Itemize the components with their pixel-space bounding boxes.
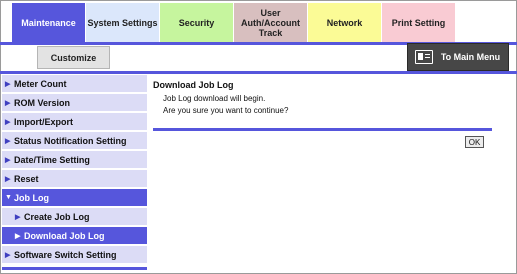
sidebar: ▶ Meter Count ▶ ROM Version ▶ Import/Export…	[2, 75, 147, 270]
to-main-menu-button[interactable]: To Main Menu	[407, 43, 509, 71]
sidebar-item-download-job-log[interactable]: ▶ Download Job Log	[2, 227, 147, 246]
arrow-right-icon: ▶	[5, 118, 11, 126]
tab-maintenance[interactable]: Maintenance	[12, 3, 85, 42]
arrow-right-icon: ▶	[5, 80, 11, 88]
sidebar-item-meter-count[interactable]: ▶ Meter Count	[2, 75, 147, 94]
page-title: Download Job Log	[153, 80, 234, 90]
sidebar-item-software-switch-setting[interactable]: ▶ Software Switch Setting	[2, 246, 147, 265]
tab-network[interactable]: Network	[308, 3, 381, 42]
message-line: Job Log download will begin.	[163, 94, 266, 103]
sidebar-item-import-export[interactable]: ▶ Import/Export	[2, 113, 147, 132]
arrow-right-icon: ▶	[15, 213, 21, 221]
sidebar-item-label: Software Switch Setting	[14, 249, 117, 260]
sidebar-item-reset[interactable]: ▶ Reset	[2, 170, 147, 189]
confirmation-message: Job Log download will begin. Are you sur…	[163, 93, 492, 117]
content-divider	[153, 128, 492, 131]
tab-security[interactable]: Security	[160, 3, 233, 42]
sidebar-item-status-notification-setting[interactable]: ▶ Status Notification Setting	[2, 132, 147, 151]
arrow-down-icon: ▼	[5, 194, 12, 201]
sidebar-item-label: Reset	[14, 173, 39, 184]
sidebar-divider	[2, 267, 147, 270]
tab-label: System Settings	[87, 17, 158, 28]
sidebar-item-job-log[interactable]: ▼ Job Log	[2, 189, 147, 208]
tab-label: Print Setting	[391, 17, 446, 28]
message-line: Are you sure you want to continue?	[163, 106, 289, 115]
arrow-right-icon: ▶	[5, 156, 11, 164]
main-menu-icon	[415, 50, 433, 64]
ok-button[interactable]: OK	[465, 136, 484, 148]
tab-print-setting[interactable]: Print Setting	[382, 3, 455, 42]
sidebar-item-date-time-setting[interactable]: ▶ Date/Time Setting	[2, 151, 147, 170]
sidebar-item-label: Status Notification Setting	[14, 135, 127, 146]
arrow-right-icon: ▶	[5, 137, 11, 145]
header-divider	[0, 71, 517, 74]
sidebar-item-label: ROM Version	[14, 97, 71, 108]
sidebar-item-label: Download Job Log	[24, 230, 105, 241]
tab-user-auth-account-track[interactable]: User Auth/Account Track	[234, 3, 307, 42]
sidebar-item-label: Date/Time Setting	[14, 154, 90, 165]
main-content: Download Job Log Job Log download will b…	[153, 80, 492, 117]
sidebar-item-rom-version[interactable]: ▶ ROM Version	[2, 94, 147, 113]
arrow-right-icon: ▶	[15, 232, 21, 240]
customize-button[interactable]: Customize	[37, 46, 110, 69]
sidebar-item-label: Job Log	[14, 192, 49, 203]
arrow-right-icon: ▶	[5, 99, 11, 107]
tab-system-settings[interactable]: System Settings	[86, 3, 159, 42]
tab-label: User Auth/Account Track	[241, 7, 300, 38]
arrow-right-icon: ▶	[5, 251, 11, 259]
to-main-menu-label: To Main Menu	[440, 52, 501, 62]
sidebar-item-create-job-log[interactable]: ▶ Create Job Log	[2, 208, 147, 227]
tab-label: Network	[326, 17, 363, 28]
sidebar-item-label: Import/Export	[14, 116, 74, 127]
tab-label: Maintenance	[21, 17, 76, 28]
arrow-right-icon: ▶	[5, 175, 11, 183]
sidebar-item-label: Create Job Log	[24, 211, 90, 222]
tab-label: Security	[178, 17, 215, 28]
sidebar-item-label: Meter Count	[14, 78, 67, 89]
